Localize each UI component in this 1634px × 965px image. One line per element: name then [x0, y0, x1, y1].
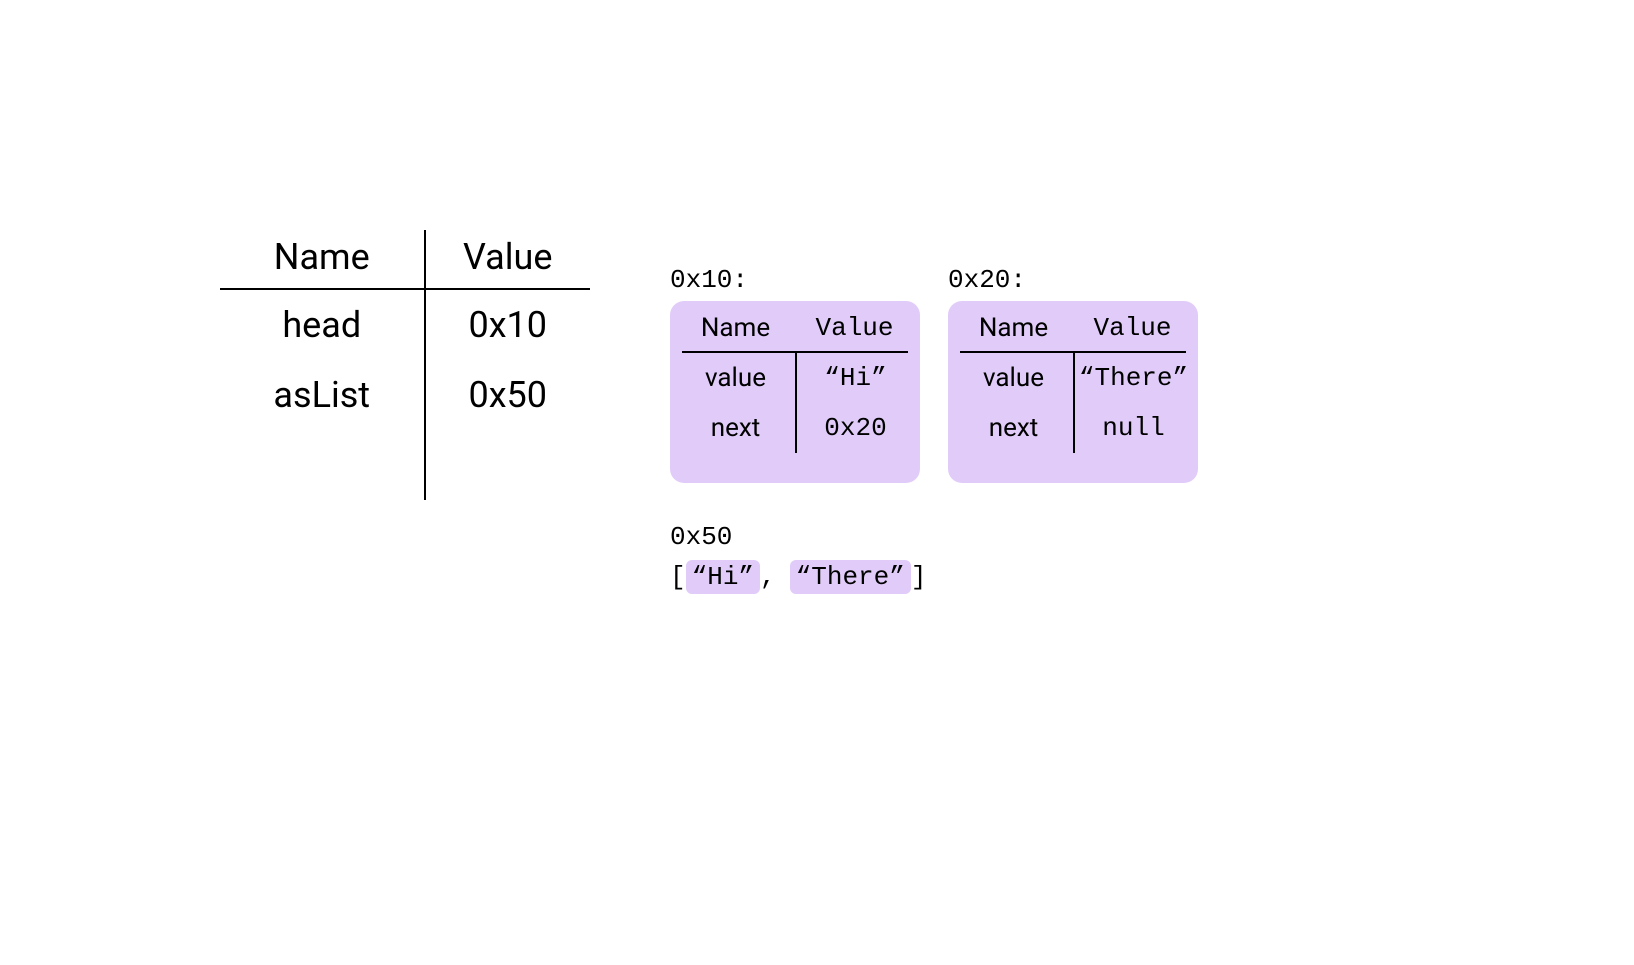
stack-header-name: Name [220, 230, 424, 288]
stack-table-header: Name Value [220, 230, 590, 290]
heap-header-name: Name [954, 309, 1073, 351]
heap-row: next null [954, 403, 1192, 453]
array-literal: [“Hi”, “There”] [670, 560, 926, 594]
heap-address: 0x10: [670, 265, 920, 295]
heap-row: value “There” [954, 353, 1192, 403]
heap-header-value: Value [795, 309, 914, 351]
array-element: “Hi” [686, 560, 760, 594]
heap-address: 0x20: [948, 265, 1198, 295]
diagram-canvas: Name Value head 0x10 asList 0x50 0x10: N… [0, 0, 1634, 965]
stack-row-value: 0x10 [424, 290, 591, 360]
heap-table: Name Value value “Hi” next 0x20 [676, 309, 914, 453]
heap-node-0x10: 0x10: Name Value value “Hi” next 0x20 [670, 265, 920, 483]
heap-header-name: Name [676, 309, 795, 351]
heap-field-name: value [676, 353, 795, 403]
array-close: ] [911, 562, 927, 592]
stack-header-value: Value [424, 230, 591, 288]
heap-table: Name Value value “There” next null [954, 309, 1192, 453]
array-open: [ [670, 562, 686, 592]
stack-table: Name Value head 0x10 asList 0x50 [220, 230, 590, 500]
heap-objects: 0x10: Name Value value “Hi” next 0x20 [670, 265, 1198, 483]
heap-header-value: Value [1073, 309, 1192, 351]
heap-field-value: null [1073, 403, 1192, 453]
stack-row: head 0x10 [220, 290, 590, 360]
array-address: 0x50 [670, 522, 926, 552]
heap-header: Name Value [676, 309, 914, 351]
stack-row-name: head [220, 290, 424, 360]
heap-row: next 0x20 [676, 403, 914, 453]
stack-row-value: 0x50 [424, 360, 591, 430]
heap-row: value “Hi” [676, 353, 914, 403]
heap-field-value: “There” [1073, 353, 1192, 403]
heap-box: Name Value value “Hi” next 0x20 [670, 301, 920, 483]
heap-box: Name Value value “There” next null [948, 301, 1198, 483]
heap-node-0x20: 0x20: Name Value value “There” next null [948, 265, 1198, 483]
heap-field-value: “Hi” [795, 353, 914, 403]
heap-header: Name Value [954, 309, 1192, 351]
array-sep: , [760, 562, 776, 592]
heap-field-name: value [954, 353, 1073, 403]
stack-row-name: asList [220, 360, 424, 430]
array-element: “There” [790, 560, 911, 594]
stack-row-spacer [220, 430, 590, 500]
stack-row: asList 0x50 [220, 360, 590, 430]
heap-field-name: next [676, 403, 795, 453]
heap-field-value: 0x20 [795, 403, 914, 453]
heap-field-name: next [954, 403, 1073, 453]
array-object: 0x50 [“Hi”, “There”] [670, 522, 926, 594]
